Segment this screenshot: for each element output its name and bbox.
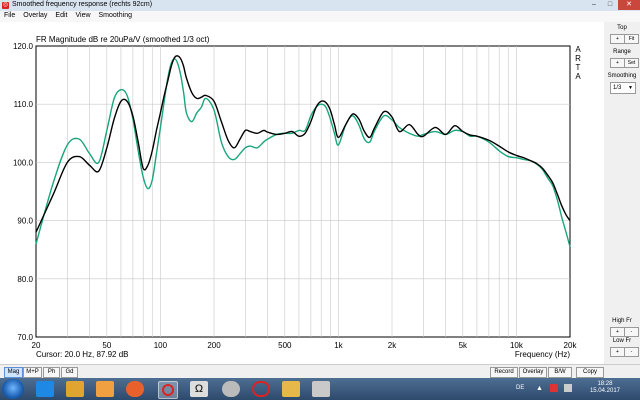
- plot-frame: [35, 45, 571, 338]
- maximize-button[interactable]: □: [602, 0, 618, 10]
- tray-arrow-icon[interactable]: ▲: [536, 385, 543, 392]
- chevron-down-icon: ▼: [628, 85, 633, 91]
- cursor-readout: Cursor: 20.0 Hz, 87.92 dB: [36, 350, 129, 359]
- y-tick-label: 120.0: [13, 42, 34, 51]
- top-up-button[interactable]: +: [610, 34, 625, 44]
- recorder-icon[interactable]: [252, 381, 270, 397]
- tab-mag[interactable]: Mag: [4, 367, 23, 378]
- menu-file[interactable]: File: [0, 11, 19, 22]
- lowfr-up-button[interactable]: +: [610, 347, 625, 357]
- bw-button[interactable]: B/W: [548, 367, 572, 378]
- tab-mag-phase[interactable]: M+P: [23, 367, 42, 378]
- smoothing-label: Smoothing: [607, 73, 637, 79]
- menu-overlay[interactable]: Overlay: [19, 11, 51, 22]
- x-tick-label: 200: [207, 341, 221, 350]
- window-controls: – □ ✕: [586, 0, 640, 11]
- ie-icon[interactable]: [36, 381, 54, 397]
- x-tick-label: 5k: [459, 341, 468, 350]
- arta-icon[interactable]: [158, 381, 178, 399]
- start-button[interactable]: [2, 379, 24, 399]
- system-tray: DE ▲ 18:28 15.04.2017: [510, 378, 640, 400]
- arta-watermark: ARTA: [575, 45, 581, 81]
- y-tick-label: 90.0: [17, 217, 33, 226]
- ohm-icon[interactable]: Ω: [190, 381, 208, 397]
- range-label: Range: [613, 49, 631, 55]
- settings-icon[interactable]: [222, 381, 240, 397]
- tab-group-delay[interactable]: Gd: [61, 367, 78, 378]
- tab-phase[interactable]: Ph: [43, 367, 60, 378]
- bottom-bar: Mag M+P Ph Gd Record Overlay B/W Copy: [0, 364, 640, 379]
- smoothing-value: 1/3: [613, 85, 622, 91]
- lowfr-down-button[interactable]: -: [624, 347, 639, 357]
- x-tick-label: 1k: [334, 341, 343, 350]
- folder-icon[interactable]: [66, 381, 84, 397]
- smoothing-select[interactable]: 1/3 ▼: [610, 82, 636, 94]
- minimize-button[interactable]: –: [586, 0, 602, 10]
- fit-button[interactable]: Fit: [624, 34, 639, 44]
- language-indicator[interactable]: DE: [516, 385, 524, 391]
- y-tick-labels: 120.0110.0100.090.080.070.0: [13, 42, 34, 342]
- range-up-button[interactable]: +: [610, 58, 625, 68]
- chart-title: FR Magnitude dB re 20uPa/V (smoothed 1/3…: [36, 35, 210, 44]
- taskbar: Ω DE ▲ 18:28 15.04.2017: [0, 378, 640, 400]
- media-player-icon[interactable]: [96, 381, 114, 397]
- highfr-up-button[interactable]: +: [610, 327, 625, 337]
- volume-icon[interactable]: [564, 384, 572, 392]
- menu-smoothing[interactable]: Smoothing: [95, 11, 136, 22]
- clock-date: 15.04.2017: [589, 388, 620, 394]
- right-panel: Top + Fit Range + Set Smoothing 1/3 ▼ Hi…: [604, 22, 640, 364]
- x-tick-label: 100: [154, 341, 168, 350]
- lowfr-label: Low Fr: [612, 338, 632, 344]
- copy-button[interactable]: Copy: [576, 367, 604, 378]
- clock-time: 18:28: [597, 381, 613, 387]
- highfr-down-button[interactable]: -: [624, 327, 639, 337]
- record-button[interactable]: Record: [490, 367, 518, 378]
- y-tick-label: 110.0: [14, 100, 34, 109]
- x-tick-label: 10k: [510, 341, 524, 350]
- y-tick-label: 80.0: [17, 275, 33, 284]
- menu-view[interactable]: View: [71, 11, 94, 22]
- frequency-response-chart[interactable]: 120.0110.0100.090.080.070.0 20 50 100 200 50…: [0, 22, 604, 364]
- plot-area: 120.0 110.0 100.0 90.0 80.0 70.0 20 50 100 200 50…: [0, 22, 604, 364]
- menu-edit[interactable]: Edit: [51, 11, 71, 22]
- files-icon[interactable]: [282, 381, 300, 397]
- app-icon: ◎: [2, 2, 9, 9]
- window-title: Smoothed frequency response (rechts 92cm…: [12, 1, 153, 8]
- clock[interactable]: 18:28 15.04.2017: [590, 381, 620, 395]
- utility-icon[interactable]: [312, 381, 330, 397]
- x-tick-label: 50: [102, 341, 111, 350]
- x-tick-label: 2k: [388, 341, 397, 350]
- set-button[interactable]: Set: [624, 58, 639, 68]
- x-tick-label: 20: [32, 341, 41, 350]
- highfr-label: High Fr: [612, 318, 632, 324]
- close-button[interactable]: ✕: [618, 0, 640, 10]
- network-icon[interactable]: [550, 384, 558, 392]
- top-label: Top: [617, 25, 627, 31]
- x-tick-labels: 20 50 100 200 500 1k 2k 5k 10k 20k: [32, 341, 578, 350]
- firefox-icon[interactable]: [126, 381, 144, 397]
- x-tick-label: 500: [278, 341, 292, 350]
- x-axis-label: Frequency (Hz): [515, 350, 570, 359]
- overlay-button[interactable]: Overlay: [519, 367, 547, 378]
- y-tick-label: 100.0: [13, 158, 34, 167]
- x-tick-label: 20k: [564, 341, 578, 350]
